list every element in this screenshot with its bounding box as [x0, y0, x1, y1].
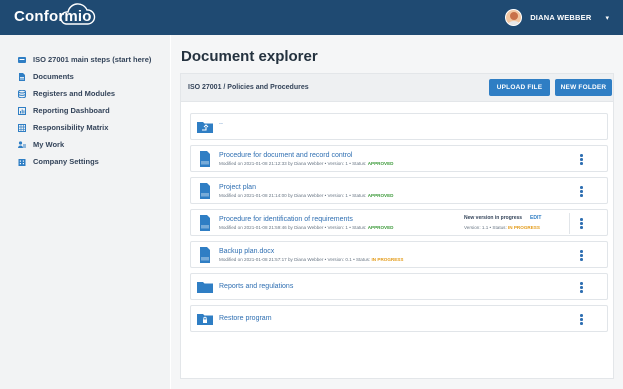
- locked-folder-icon: [197, 314, 213, 325]
- file-title[interactable]: Procedure for identification of requirem…: [219, 216, 353, 223]
- file-meta: Modified on 2021-01-08 21:59:46 by Diana…: [219, 225, 394, 230]
- more-options-icon[interactable]: [580, 218, 583, 229]
- sidebar-item-company-settings[interactable]: Company Settings: [0, 153, 170, 170]
- file-meta-text: Modified on 2021-01-08 21:14:00 by Diana…: [219, 193, 368, 198]
- pdf-file-icon: [200, 183, 210, 199]
- sidebar-item-my-work[interactable]: My Work: [0, 136, 170, 153]
- dashboard-icon: [18, 106, 26, 115]
- status-badge: IN PROGRESS: [508, 225, 540, 230]
- file-title[interactable]: Procedure for document and record contro…: [219, 152, 352, 159]
- parent-folder-row[interactable]: ..: [190, 113, 608, 140]
- file-meta-text: Modified on 2021-01-08 21:59:46 by Diana…: [219, 225, 368, 230]
- file-row[interactable]: Procedure for identification of requirem…: [190, 209, 608, 236]
- cloud-logo-icon: [60, 3, 96, 25]
- top-bar: Conformio DIANA WEBBER ▾: [0, 0, 623, 35]
- more-options-icon[interactable]: [580, 314, 583, 325]
- folder-icon: [197, 282, 213, 293]
- panel-header: ISO 27001 / Policies and Procedures UPLO…: [181, 74, 613, 102]
- pdf-file-icon: [200, 151, 210, 167]
- document-panel: ISO 27001 / Policies and Procedures UPLO…: [180, 73, 614, 379]
- upload-file-button[interactable]: UPLOAD FILE: [489, 79, 550, 96]
- folder-row[interactable]: Reports and regulations: [190, 273, 608, 300]
- sidebar-item-label: Registers and Modules: [33, 89, 116, 98]
- more-options-icon[interactable]: [580, 282, 583, 293]
- edit-link[interactable]: EDIT: [530, 215, 541, 221]
- breadcrumb[interactable]: ISO 27001 / Policies and Procedures: [188, 84, 309, 91]
- more-options-icon[interactable]: [580, 186, 583, 197]
- chevron-down-icon[interactable]: ▾: [605, 14, 609, 22]
- folder-title[interactable]: Restore program: [219, 315, 272, 322]
- file-meta: Modified on 2021-01-08 21:12:33 by Diana…: [219, 161, 394, 166]
- document-icon: [19, 72, 25, 81]
- pdf-file-icon: [200, 215, 210, 231]
- file-meta: Modified on 2021-01-08 21:14:00 by Diana…: [219, 193, 394, 198]
- more-options-icon[interactable]: [580, 154, 583, 165]
- file-meta-text: Modified on 2021-01-08 21:12:33 by Diana…: [219, 161, 368, 166]
- sidebar-item-label: Documents: [33, 72, 74, 81]
- registers-icon: [18, 89, 26, 98]
- new-version-meta-text: Version: 1.1 • Status:: [464, 225, 508, 230]
- my-work-icon: [18, 140, 26, 148]
- main-content: Document explorer ISO 27001 / Policies a…: [171, 35, 623, 389]
- docx-file-icon: [200, 247, 210, 263]
- sidebar-item-label: Company Settings: [33, 157, 99, 166]
- file-title[interactable]: Project plan: [219, 184, 256, 191]
- sidebar-item-label: My Work: [33, 140, 65, 149]
- new-version-meta: Version: 1.1 • Status: IN PROGRESS: [464, 225, 540, 230]
- sidebar-item-registers[interactable]: Registers and Modules: [0, 85, 170, 102]
- file-row[interactable]: Procedure for document and record contro…: [190, 145, 608, 172]
- status-badge: APPROVED: [367, 161, 394, 166]
- sidebar-item-label: Responsibility Matrix: [33, 123, 109, 132]
- sidebar: ISO 27001 main steps (start here) Docume…: [0, 35, 170, 389]
- sidebar-item-reporting[interactable]: Reporting Dashboard: [0, 102, 170, 119]
- user-name: DIANA WEBBER: [530, 13, 592, 22]
- steps-icon: [18, 56, 26, 63]
- file-row[interactable]: Project plan Modified on 2021-01-08 21:1…: [190, 177, 608, 204]
- sidebar-item-label: ISO 27001 main steps (start here): [33, 55, 152, 64]
- file-title[interactable]: Backup plan.docx: [219, 248, 274, 255]
- sidebar-item-main-steps[interactable]: ISO 27001 main steps (start here): [0, 51, 170, 68]
- folder-row[interactable]: Restore program: [190, 305, 608, 332]
- matrix-icon: [18, 123, 26, 132]
- page-title: Document explorer: [181, 48, 318, 65]
- status-badge: IN PROGRESS: [371, 257, 404, 262]
- folder-title[interactable]: Reports and regulations: [219, 283, 293, 290]
- status-badge: APPROVED: [367, 225, 394, 230]
- company-icon: [18, 158, 26, 166]
- new-version-box: New version in progress EDIT Version: 1.…: [464, 213, 570, 234]
- new-version-label: New version in progress: [464, 215, 523, 221]
- file-meta-text: Modified on 2021-01-08 21:57:17 by Diana…: [219, 257, 372, 262]
- sidebar-item-label: Reporting Dashboard: [33, 106, 110, 115]
- sidebar-item-responsibility[interactable]: Responsibility Matrix: [0, 119, 170, 136]
- status-badge: APPROVED: [367, 193, 394, 198]
- more-options-icon[interactable]: [580, 250, 583, 261]
- new-folder-button[interactable]: NEW FOLDER: [555, 79, 612, 96]
- avatar: [505, 9, 523, 26]
- sidebar-item-documents[interactable]: Documents: [0, 68, 170, 85]
- user-menu[interactable]: DIANA WEBBER ▾: [505, 9, 609, 26]
- file-row[interactable]: Backup plan.docx Modified on 2021-01-08 …: [190, 241, 608, 268]
- parent-folder-label: ..: [219, 119, 223, 126]
- folder-up-icon: [197, 122, 213, 133]
- file-meta: Modified on 2021-01-08 21:57:17 by Diana…: [219, 257, 403, 262]
